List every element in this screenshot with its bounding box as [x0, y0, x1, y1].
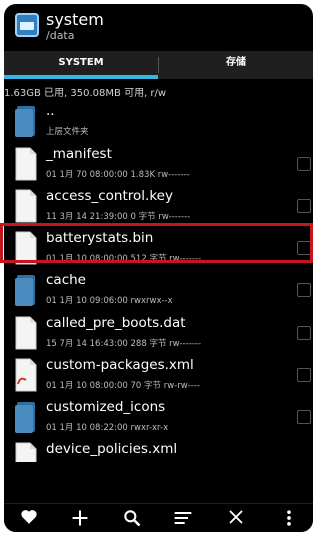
list-item[interactable]: customized_icons 01 1月 10 08:22:00 rwxr-…: [4, 398, 313, 438]
current-path: /data: [46, 29, 75, 42]
file-name: customized_icons: [46, 399, 166, 415]
sort-icon[interactable]: [172, 508, 194, 530]
file-meta: 01 1月 10 09:06:00 rwxrwx--x: [46, 296, 173, 306]
search-icon[interactable]: [121, 508, 143, 530]
file-meta: 15 7月 14 16:43:00 288 字节 rw-------: [46, 339, 202, 349]
file-meta: 01 1月 10 08:00:00 70 字节 rw-rw----: [46, 381, 200, 391]
list-item[interactable]: called_pre_boots.dat 15 7月 14 16:43:00 2…: [4, 314, 313, 354]
select-checkbox[interactable]: [297, 368, 311, 382]
app-icon[interactable]: [15, 13, 39, 37]
tab-storage[interactable]: 存储: [159, 51, 313, 79]
title-bar: system /data: [4, 4, 313, 48]
file-icon: [15, 189, 37, 223]
folder-icon: [15, 275, 35, 306]
list-item[interactable]: cache 01 1月 10 09:06:00 rwxrwx--x: [4, 271, 313, 311]
folder-icon: [15, 402, 35, 433]
file-icon: [15, 442, 37, 462]
file-meta: 01 1月 10 08:22:00 rwxr-xr-x: [46, 423, 169, 433]
highlight-box: [0, 223, 313, 263]
tab-bar: SYSTEM 存储: [4, 51, 313, 79]
select-checkbox[interactable]: [297, 199, 311, 213]
bottom-action-bar: [4, 503, 313, 532]
list-item[interactable]: custom-packages.xml 01 1月 10 08:00:00 70…: [4, 356, 313, 396]
close-icon[interactable]: [225, 508, 247, 530]
folder-icon: [15, 106, 35, 137]
storage-info: 1.63GB 已用, 350.08MB 可用, r/w: [4, 88, 167, 99]
heart-icon[interactable]: [18, 508, 40, 530]
file-name: custom-packages.xml: [46, 357, 194, 373]
select-checkbox[interactable]: [297, 157, 311, 171]
select-checkbox[interactable]: [297, 410, 311, 424]
file-meta: 01 1月 70 08:00:00 1.83K rw-------: [46, 170, 190, 180]
list-item[interactable]: device_policies.xml: [4, 440, 313, 462]
list-item[interactable]: access_control.key 11 3月 14 21:39:00 0 字…: [4, 187, 313, 227]
file-icon: [15, 316, 37, 350]
more-icon[interactable]: [278, 508, 300, 530]
tab-system[interactable]: SYSTEM: [4, 51, 158, 79]
file-icon: [15, 147, 37, 181]
select-checkbox[interactable]: [297, 326, 311, 340]
file-meta: 上层文件夹: [46, 127, 89, 137]
file-meta: 11 3月 14 21:39:00 0 字节 rw-------: [46, 212, 191, 222]
plus-icon[interactable]: [69, 508, 91, 530]
phone-screen: system /data SYSTEM 存储 1.63GB 已用, 350.08…: [4, 4, 313, 532]
list-item-parent-folder[interactable]: .. 上层文件夹: [4, 102, 313, 142]
app-title: system: [46, 10, 104, 29]
file-name: ..: [46, 103, 55, 119]
file-name: cache: [46, 272, 86, 288]
file-name: access_control.key: [46, 188, 173, 204]
xml-file-icon: [15, 358, 37, 392]
select-checkbox[interactable]: [297, 283, 311, 297]
file-name: _manifest: [46, 146, 112, 162]
file-name: device_policies.xml: [46, 441, 178, 457]
list-item[interactable]: _manifest 01 1月 70 08:00:00 1.83K rw----…: [4, 145, 313, 185]
file-name: called_pre_boots.dat: [46, 315, 186, 331]
